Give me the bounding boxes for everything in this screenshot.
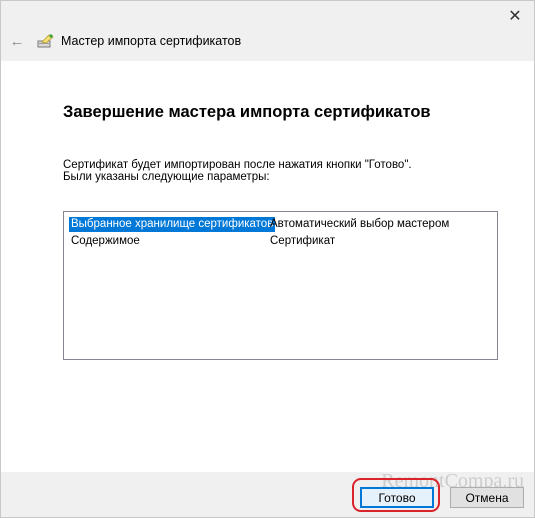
certificate-wizard-icon [37, 34, 54, 48]
param-key: Содержимое [71, 235, 140, 247]
close-button[interactable]: ✕ [500, 3, 530, 29]
cancel-button[interactable]: Отмена [450, 487, 524, 508]
list-item[interactable]: Содержимое Сертификат [64, 233, 497, 250]
page-title: Завершение мастера импорта сертификатов [63, 103, 431, 121]
parameters-list[interactable]: Выбранное хранилище сертификатов Автомат… [63, 211, 498, 360]
params-label: Были указаны следующие параметры: [63, 171, 270, 183]
param-value: Автоматический выбор мастером [270, 218, 450, 230]
button-bar: RemontCompa.ru Готово Отмена [1, 470, 534, 517]
back-arrow-icon: ← [9, 32, 25, 50]
param-key: Выбранное хранилище сертификатов [69, 217, 276, 232]
back-button[interactable]: ← [7, 31, 27, 51]
wizard-window: ✕ ← Мастер импорта сертификатов Завершен… [0, 0, 535, 518]
title-bar: ✕ ← Мастер импорта сертификатов [1, 1, 534, 61]
highlight-annotation [352, 478, 440, 512]
param-value: Сертификат [270, 235, 336, 247]
description-text: Сертификат будет импортирован после нажа… [63, 159, 412, 171]
window-title: Мастер импорта сертификатов [61, 34, 242, 48]
wizard-content: Завершение мастера импорта сертификатов … [1, 61, 534, 472]
close-icon: ✕ [508, 8, 522, 25]
list-item[interactable]: Выбранное хранилище сертификатов Автомат… [64, 216, 497, 233]
